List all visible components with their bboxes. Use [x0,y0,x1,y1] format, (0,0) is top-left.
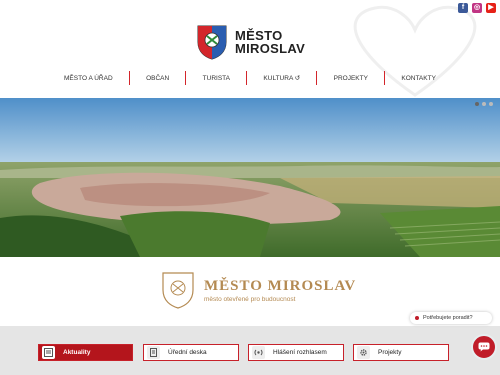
nav-separator [128,71,130,85]
nav-separator [384,71,386,85]
nav-separator [246,71,248,85]
quick-link-aktuality[interactable]: Aktuality [38,344,133,361]
broadcast-icon [252,346,265,359]
advice-dot-icon [415,316,419,320]
slider-dots [475,102,493,106]
brand-tagline: město otevřené pro budoucnost [204,295,296,303]
nav-item-kontakty[interactable]: KONTAKTY [397,75,440,82]
logo-text: MĚSTO MIROSLAV [235,29,305,55]
coat-of-arms-icon [197,25,227,60]
nav-item-turista[interactable]: TURISTA [199,75,234,82]
advice-label: Potřebujete poradit? [423,315,473,321]
logo-line2: MIROSLAV [235,41,306,56]
nav-separator [185,71,187,85]
quick-link-label: Aktuality [63,349,91,356]
need-advice-button[interactable]: Potřebujete poradit? [410,312,492,324]
chat-bubble-icon [478,342,490,352]
news-icon [42,346,55,359]
nav-item-mesto-a-urad[interactable]: MĚSTO A ÚŘAD [60,75,117,82]
slider-dot[interactable] [482,102,486,106]
facebook-icon[interactable]: f [458,3,468,13]
hero-illustration [0,98,500,257]
coat-of-arms-outline-icon [162,272,194,309]
quick-link-projekty[interactable]: Projekty [353,344,449,361]
site-logo[interactable]: MĚSTO MIROSLAV [195,24,305,60]
nav-item-obcan[interactable]: OBČAN [142,75,173,82]
slider-dot[interactable] [475,102,479,106]
town-brand-block: MĚSTO MIROSLAV město otevřené pro budouc… [160,270,356,310]
nav-item-projekty[interactable]: PROJEKTY [330,75,372,82]
brand-title: MĚSTO MIROSLAV [204,277,357,294]
instagram-icon[interactable]: ◎ [472,3,482,13]
social-links: f ◎ ▶ [458,3,496,13]
document-icon [147,346,160,359]
quick-link-label: Úřední deska [168,349,207,356]
slider-dot[interactable] [489,102,493,106]
quick-link-uredni-deska[interactable]: Úřední deska [143,344,239,361]
chat-button[interactable] [471,334,497,360]
hero-town-aerial-photo [0,98,500,257]
quick-link-label: Projekty [378,349,402,356]
main-navigation: MĚSTO A ÚŘAD OBČAN TURISTA KULTURA ↺ PRO… [60,69,440,87]
nav-item-kultura[interactable]: KULTURA ↺ [259,74,304,82]
gear-icon [357,346,370,359]
youtube-icon[interactable]: ▶ [486,3,496,13]
quick-link-label: Hlášení rozhlasem [273,349,327,356]
nav-separator [316,71,318,85]
quick-link-hlaseni-rozhlasem[interactable]: Hlášení rozhlasem [248,344,344,361]
